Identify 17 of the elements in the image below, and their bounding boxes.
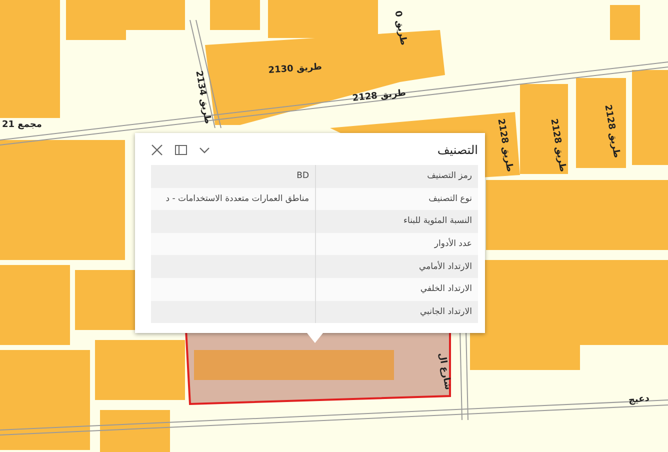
street-label: طريق 2134: [193, 70, 212, 125]
attribute-label: الارتداد الجانبي: [315, 300, 478, 324]
attribute-value: مناطق العمارات متعددة الاستخدامات - د: [164, 192, 310, 206]
dock-icon[interactable]: [175, 145, 187, 155]
street-label: مجمع 21: [2, 120, 42, 130]
close-icon[interactable]: [151, 144, 163, 156]
street-label: طريق 2128: [548, 118, 568, 173]
street-label: طريق 2130: [268, 62, 322, 76]
attribute-value: BD: [296, 170, 310, 184]
street-label: طريق 2128: [352, 88, 407, 104]
street-label: شارع ال: [436, 352, 453, 391]
street-label: طريق 2128: [602, 104, 622, 159]
chevron-down-icon[interactable]: [199, 146, 210, 154]
street-label: دعيج: [628, 394, 650, 406]
street-label: طريق 2128: [495, 118, 514, 173]
street-label: طريق 0: [392, 10, 408, 46]
popup-title: التصنيف: [437, 143, 478, 157]
